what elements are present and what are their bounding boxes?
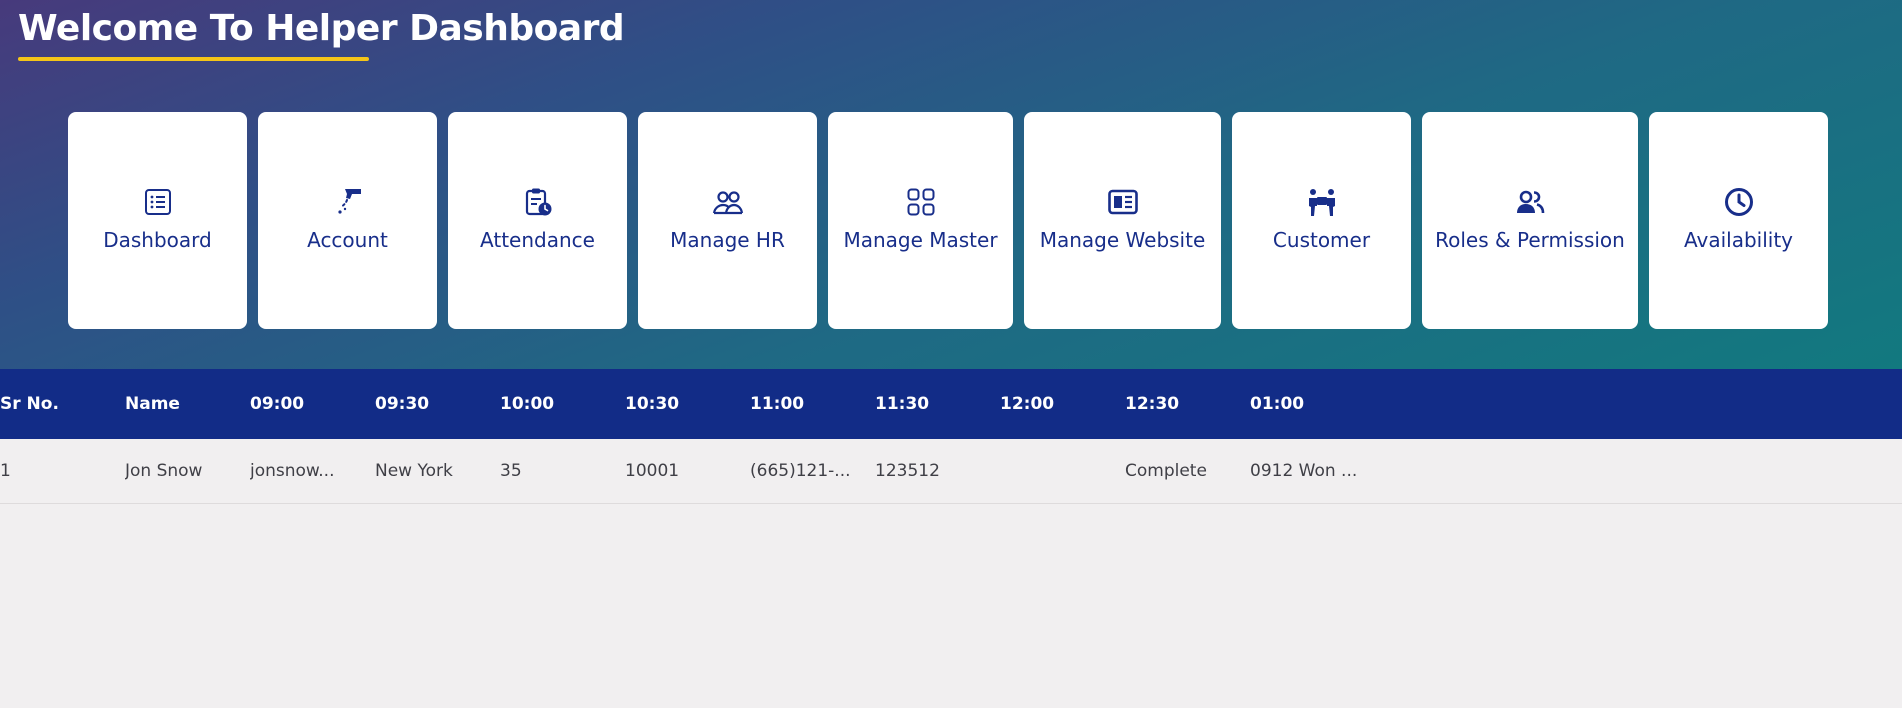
- page-title: Welcome To Helper Dashboard: [18, 8, 625, 49]
- nav-card-manage-hr[interactable]: Manage HR: [638, 112, 817, 329]
- clock-icon: [1723, 186, 1755, 218]
- table-cell: (665)121-...: [750, 461, 851, 481]
- nav-card-label: Manage HR: [670, 227, 785, 252]
- clipboard-clock-icon: [522, 186, 554, 218]
- table-cell: 123512: [875, 461, 940, 481]
- people-icon: [712, 186, 744, 218]
- nav-card-label: Manage Website: [1039, 227, 1206, 252]
- table-header: Sr No. Name 09:00 09:30 10:00 10:30 11:0…: [0, 369, 1902, 439]
- grid-icon: [905, 186, 937, 218]
- table-cell-name: Jon Snow: [125, 461, 203, 481]
- table-cell-sr-no: 1: [0, 461, 11, 481]
- nav-card-label: Manage Master: [843, 227, 998, 252]
- nav-card-roles-permission[interactable]: Roles & Permission: [1422, 112, 1638, 329]
- column-header-1030[interactable]: 10:30: [625, 369, 745, 439]
- nav-card-label: Availability: [1683, 227, 1793, 252]
- column-header-0100[interactable]: 01:00: [1250, 369, 1370, 439]
- nav-card-dashboard[interactable]: Dashboard: [68, 112, 247, 329]
- title-underline: [18, 57, 369, 61]
- table-cell: New York: [375, 461, 453, 481]
- user-group-icon: [1514, 186, 1546, 218]
- nav-card-account[interactable]: Account: [258, 112, 437, 329]
- table-cell: 10001: [625, 461, 680, 481]
- table-cell: jonsnow...: [250, 461, 335, 481]
- column-header-0930[interactable]: 09:30: [375, 369, 495, 439]
- table-row[interactable]: 1 Jon Snow jonsnow... New York 35 10001 …: [0, 439, 1902, 504]
- column-header-name[interactable]: Name: [125, 369, 245, 439]
- nav-card-label: Customer: [1272, 227, 1371, 252]
- table-cell: 0912 Won ...: [1250, 461, 1358, 481]
- column-header-1230[interactable]: 12:30: [1125, 369, 1245, 439]
- column-header-sr-no[interactable]: Sr No.: [0, 369, 120, 439]
- hand-coin-icon: [332, 186, 364, 218]
- column-header-0900[interactable]: 09:00: [250, 369, 370, 439]
- column-header-1200[interactable]: 12:00: [1000, 369, 1120, 439]
- customers-icon: [1306, 186, 1338, 218]
- nav-card-attendance[interactable]: Attendance: [448, 112, 627, 329]
- nav-card-customer[interactable]: Customer: [1232, 112, 1411, 329]
- column-header-1130[interactable]: 11:30: [875, 369, 995, 439]
- nav-card-label: Account: [307, 227, 388, 252]
- nav-card-label: Attendance: [480, 227, 595, 252]
- column-header-1100[interactable]: 11:00: [750, 369, 870, 439]
- table-cell: 35: [500, 461, 522, 481]
- nav-card-label: Dashboard: [103, 227, 212, 252]
- table-cell-status: Complete: [1125, 461, 1207, 481]
- nav-card-availability[interactable]: Availability: [1649, 112, 1828, 329]
- nav-card-label: Roles & Permission: [1435, 227, 1625, 252]
- table-cell: [1000, 439, 1115, 503]
- nav-card-manage-website[interactable]: Manage Website: [1024, 112, 1221, 329]
- newspaper-icon: [1107, 186, 1139, 218]
- hero-banner: Welcome To Helper Dashboard Dashboard Ac…: [0, 0, 1902, 369]
- column-header-1000[interactable]: 10:00: [500, 369, 620, 439]
- list-icon: [142, 186, 174, 218]
- nav-card-manage-master[interactable]: Manage Master: [828, 112, 1013, 329]
